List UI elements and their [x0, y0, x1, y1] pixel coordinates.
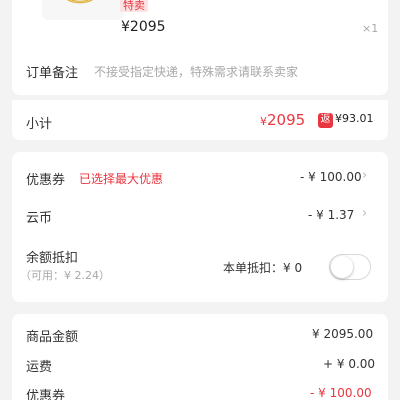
coins-label: 云币	[26, 211, 53, 226]
remark-label: 订单备注	[26, 66, 79, 81]
subtotal-value: 2095	[267, 111, 306, 129]
product-thumbnail[interactable]	[42, 0, 124, 20]
goods-value: ¥ 2095.00	[312, 327, 374, 341]
product-price: ¥2095	[121, 19, 166, 35]
shipping-value: + ¥ 0.00	[323, 357, 376, 371]
subtotal-label: 小计	[26, 117, 53, 132]
coins-value: - ¥ 1.37	[308, 208, 355, 222]
chevron-right-icon: ›	[362, 168, 368, 183]
shipping-label: 运费	[26, 360, 53, 375]
balance-label: 余额抵扣	[26, 251, 79, 266]
chevron-right-icon: ›	[362, 206, 368, 221]
balance-deduct: 本单抵扣：¥ 0	[223, 261, 303, 275]
rebate: 返 ¥93.01	[318, 112, 374, 128]
remark-input[interactable]: 不接受指定快递，特殊需求请联系卖家	[94, 63, 298, 80]
toggle-knob	[331, 256, 353, 278]
sale-tag: 特卖	[120, 0, 148, 12]
product-card: 特卖 ¥2095 ×1 订单备注 不接受指定快递，特殊需求请联系卖家	[12, 0, 388, 95]
summary-coupon-label: 优惠券	[26, 389, 66, 400]
balance-available: （可用：¥ 2.24）	[20, 269, 110, 282]
subtotal-amount: ¥2095	[260, 111, 305, 129]
product-quantity: ×1	[362, 22, 379, 35]
coupon-note: 已选择最大优惠	[79, 172, 164, 186]
coupon-value: - ¥ 100.00	[300, 170, 362, 184]
goods-label: 商品金额	[26, 330, 79, 345]
coupon-label: 优惠券	[26, 173, 66, 188]
summary-coupon-value: - ¥ 100.00	[310, 386, 372, 400]
gold-ring-icon	[67, 0, 93, 4]
subtotal-currency: ¥	[260, 115, 267, 128]
subtotal-card: 小计 ¥2095 返 ¥93.01	[12, 100, 388, 140]
rebate-value: ¥93.01	[335, 112, 374, 125]
discount-card: 优惠券 已选择最大优惠 - ¥ 100.00 › 云币 - ¥ 1.37 › 余…	[12, 152, 388, 302]
summary-card: 商品金额 ¥ 2095.00 运费 + ¥ 0.00 优惠券 - ¥ 100.0…	[12, 314, 388, 400]
rebate-badge: 返	[318, 113, 333, 128]
balance-toggle[interactable]	[329, 254, 371, 280]
